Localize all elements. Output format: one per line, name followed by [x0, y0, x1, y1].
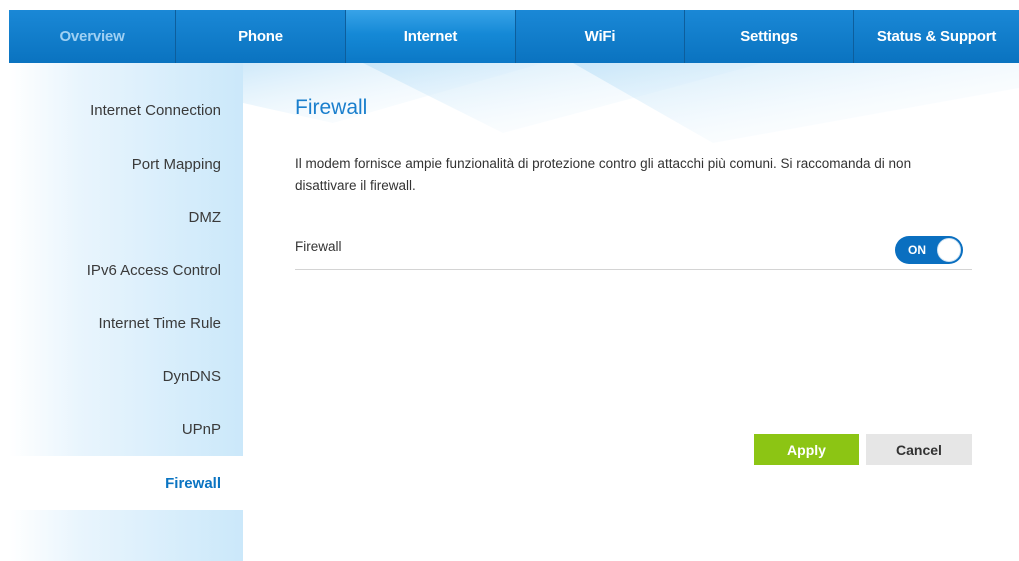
- sidebar-item-dyndns[interactable]: DynDNS: [9, 349, 243, 403]
- main-content: Firewall Il modem fornisce ampie funzion…: [243, 63, 1019, 561]
- tab-internet[interactable]: Internet: [346, 10, 516, 63]
- tab-overview[interactable]: Overview: [9, 10, 176, 63]
- top-navigation: Overview Phone Internet WiFi Settings St…: [9, 10, 1019, 63]
- sidebar-item-internet-time-rule[interactable]: Internet Time Rule: [9, 296, 243, 350]
- sidebar: Internet Connection Port Mapping DMZ IPv…: [9, 63, 243, 561]
- sidebar-item-firewall[interactable]: Firewall: [9, 456, 243, 510]
- cancel-button[interactable]: Cancel: [866, 434, 972, 465]
- tab-settings[interactable]: Settings: [685, 10, 854, 63]
- sidebar-item-internet-connection[interactable]: Internet Connection: [9, 83, 243, 137]
- firewall-toggle[interactable]: ON: [895, 236, 963, 264]
- apply-button[interactable]: Apply: [754, 434, 859, 465]
- sidebar-item-dmz[interactable]: DMZ: [9, 190, 243, 244]
- tab-wifi[interactable]: WiFi: [516, 10, 685, 63]
- page-title: Firewall: [295, 96, 368, 119]
- tab-phone[interactable]: Phone: [176, 10, 346, 63]
- toggle-state-label: ON: [908, 243, 926, 257]
- firewall-description: Il modem fornisce ampie funzionalità di …: [295, 156, 912, 193]
- tab-status-support[interactable]: Status & Support: [854, 10, 1019, 63]
- row-divider: [295, 269, 972, 270]
- sidebar-item-port-mapping[interactable]: Port Mapping: [9, 137, 243, 191]
- toggle-knob: [937, 238, 961, 262]
- sidebar-item-ipv6-access-control[interactable]: IPv6 Access Control: [9, 243, 243, 297]
- sidebar-item-upnp[interactable]: UPnP: [9, 402, 243, 456]
- firewall-setting-label: Firewall: [295, 239, 342, 254]
